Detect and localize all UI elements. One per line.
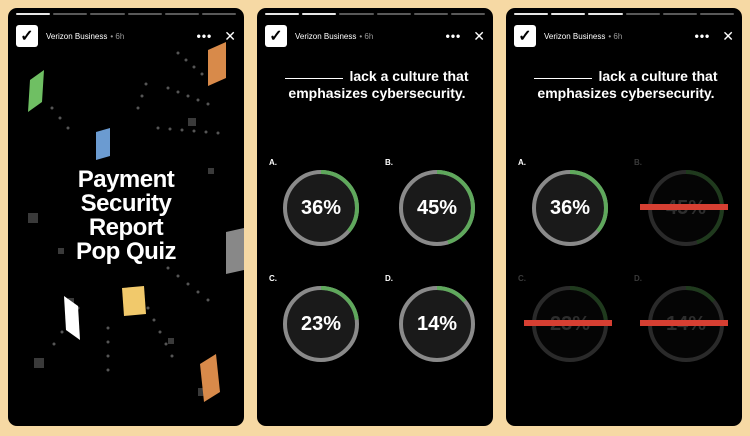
verizon-check-logo-icon[interactable]: ✓ — [16, 25, 38, 47]
close-icon[interactable]: ✕ — [473, 28, 485, 45]
story-card-quiz[interactable]: ✓ Verizon Business • 6h ••• ✕ lack a cul… — [257, 8, 493, 426]
more-options-icon[interactable]: ••• — [197, 29, 213, 43]
option-letter: B. — [385, 158, 393, 167]
close-icon[interactable]: ✕ — [722, 28, 734, 45]
option-b-wrong[interactable]: B. 45% — [634, 158, 728, 258]
story-progress-bar — [16, 13, 237, 15]
option-letter: D. — [634, 274, 642, 283]
answer-blank — [534, 78, 593, 79]
verizon-check-logo-icon[interactable]: ✓ — [265, 25, 287, 47]
post-age: • 6h — [608, 31, 623, 41]
account-name[interactable]: Verizon Business — [46, 32, 107, 41]
more-options-icon[interactable]: ••• — [446, 29, 462, 43]
verizon-check-logo-icon[interactable]: ✓ — [514, 25, 536, 47]
white-shape — [64, 296, 80, 340]
story-card-answer[interactable]: ✓ Verizon Business • 6h ••• ✕ lack a cul… — [506, 8, 742, 426]
post-age: • 6h — [359, 31, 374, 41]
orange-shape — [208, 42, 226, 86]
blue-shape — [96, 128, 110, 160]
option-letter: C. — [518, 274, 526, 283]
option-letter: A. — [269, 158, 277, 167]
story-header: ✓ Verizon Business • 6h ••• ✕ — [16, 24, 236, 48]
option-percent: 23% — [300, 312, 342, 335]
option-d-wrong[interactable]: D. 14% — [634, 274, 728, 374]
option-letter: B. — [634, 158, 642, 167]
option-percent: 45% — [416, 196, 458, 219]
option-a-correct[interactable]: A. 36% — [518, 158, 608, 258]
account-name[interactable]: Verizon Business — [295, 32, 356, 41]
option-percent: 14% — [416, 312, 458, 335]
story-progress-bar — [514, 13, 735, 15]
post-age: • 6h — [110, 31, 125, 41]
story-card-intro[interactable]: ✓ Verizon Business • 6h ••• ✕ Payment Se… — [8, 8, 244, 426]
option-percent: 36% — [549, 196, 591, 219]
account-name[interactable]: Verizon Business — [544, 32, 605, 41]
strike-through-bar — [640, 320, 728, 326]
answer-blank — [285, 78, 344, 79]
option-letter: A. — [518, 158, 526, 167]
option-d[interactable]: D. 14% — [385, 274, 475, 374]
story-progress-bar — [265, 13, 486, 15]
option-c[interactable]: C. 23% — [269, 274, 359, 374]
yellow-shape — [122, 286, 146, 316]
option-c-wrong[interactable]: C. 23% — [518, 274, 612, 374]
option-a[interactable]: A. 36% — [269, 158, 359, 258]
story-header: ✓ Verizon Business • 6h ••• ✕ — [265, 24, 485, 48]
more-options-icon[interactable]: ••• — [695, 29, 711, 43]
option-b[interactable]: B. 45% — [385, 158, 475, 258]
quiz-question: lack a culture that emphasizes cybersecu… — [522, 68, 730, 102]
story-header: ✓ Verizon Business • 6h ••• ✕ — [514, 24, 734, 48]
strike-through-bar — [524, 320, 612, 326]
strike-through-bar — [640, 204, 728, 210]
quiz-title: Payment Security Report Pop Quiz — [76, 166, 177, 265]
quiz-question: lack a culture that emphasizes cybersecu… — [273, 68, 481, 102]
green-shape — [28, 70, 44, 112]
option-letter: C. — [269, 274, 277, 283]
option-percent: 36% — [300, 196, 342, 219]
close-icon[interactable]: ✕ — [224, 28, 236, 45]
option-letter: D. — [385, 274, 393, 283]
